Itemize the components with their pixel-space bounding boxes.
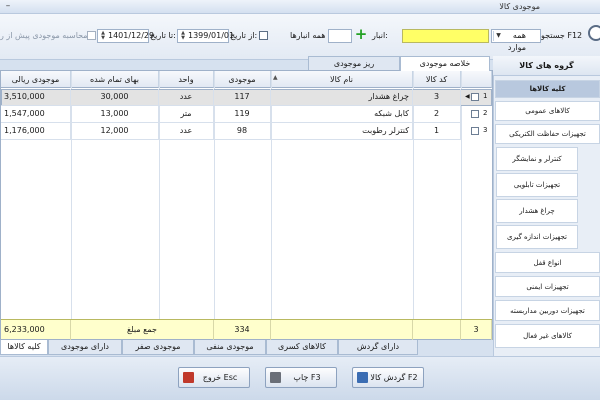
tab-inventory-summary[interactable]: خلاصه موجودی	[400, 56, 490, 71]
row-index: 3	[483, 126, 488, 134]
column-header-price[interactable]: بهای تمام شده	[71, 71, 159, 88]
cell-unit[interactable]: عدد	[159, 89, 214, 106]
cell-name[interactable]: کنترلر رطوبت	[271, 123, 413, 140]
row-index: 2	[483, 109, 488, 117]
calc-prev-label: محاسبه موجودی پیش از ر	[0, 31, 88, 40]
row-pointer-icon: ◀	[465, 93, 470, 100]
sidebar-item-electrical-protection[interactable]: تجهیزات حفاظت الکتریکی	[495, 124, 600, 144]
print-button-label: چاپ F3	[293, 373, 321, 382]
inventory-grid: کد کالا نام کالا ▲ موجودی واحد بهای تمام…	[0, 70, 493, 340]
cell-code[interactable]: 3	[413, 89, 461, 106]
cell-unit[interactable]: متر	[159, 106, 214, 123]
cell-code[interactable]: 2	[413, 106, 461, 123]
column-header-stock[interactable]: موجودی	[214, 71, 271, 88]
sidebar-item-controller[interactable]: کنترلر و نمایشگر	[496, 147, 578, 171]
cell-stock[interactable]: 117	[214, 89, 271, 106]
window-title: موجودی کالا	[499, 2, 540, 11]
cell-code[interactable]: 1	[413, 123, 461, 140]
filter-toolbar: جستجو F12 همه موارد ▼ انبار: + همه انبار…	[0, 14, 600, 60]
exit-button[interactable]: خروج Esc	[178, 367, 250, 388]
cell-name[interactable]: کابل شبکه	[271, 106, 413, 123]
date-spinner-icon[interactable]: ▲ ▼	[179, 31, 187, 41]
report-icon	[357, 372, 368, 383]
cell-price[interactable]: 13,000	[71, 106, 159, 123]
turnover-button[interactable]: گردش کالا F2	[352, 367, 424, 388]
sidebar-item-general[interactable]: کالاهای عمومی	[495, 101, 600, 121]
plus-icon[interactable]: +	[354, 27, 368, 42]
cell-value[interactable]: 1,176,000	[1, 123, 71, 140]
exit-icon	[183, 372, 194, 383]
tab-shortage[interactable]: کالاهای کسری	[266, 340, 338, 355]
minimize-button[interactable]: –	[2, 1, 14, 12]
column-header-name[interactable]: نام کالا	[271, 71, 413, 88]
tab-with-turnover[interactable]: دارای گردش	[338, 340, 418, 355]
cell-stock[interactable]: 119	[214, 106, 271, 123]
footer-stock-total: 334	[214, 320, 271, 340]
column-header-value[interactable]: موجودی ریالی	[1, 71, 71, 88]
row-checkbox[interactable]	[471, 93, 479, 101]
print-button[interactable]: چاپ F3	[265, 367, 337, 388]
exit-button-label: خروج Esc	[202, 373, 238, 382]
sidebar-item-safety[interactable]: تجهیزات ایمنی	[495, 276, 600, 297]
search-label: جستجو F12	[541, 31, 583, 40]
group-sidebar: گروه های کالا کلیه کالاها کالاهای عمومی …	[493, 56, 600, 356]
search-input[interactable]	[402, 29, 489, 43]
cell-value[interactable]: 3,510,000	[1, 89, 71, 106]
row-checkbox[interactable]	[471, 110, 479, 118]
sidebar-item-locks[interactable]: انواع قفل	[495, 252, 600, 273]
sort-ascending-icon[interactable]: ▲	[273, 74, 278, 81]
date-spinner-icon[interactable]: ▲ ▼	[99, 31, 107, 41]
footer-empty	[413, 320, 461, 340]
calc-prev-checkbox[interactable]	[87, 31, 96, 40]
all-warehouses-label: همه انبارها	[290, 31, 326, 40]
footer-value-total: 6,233,000	[1, 320, 71, 340]
row-checkbox[interactable]	[471, 127, 479, 135]
warehouse-label: انبار:	[372, 31, 388, 40]
tab-negative-stock[interactable]: موجودی منفی	[194, 340, 266, 355]
sidebar-item-warning-light[interactable]: چراغ هشدار	[496, 199, 578, 223]
footer-empty	[271, 320, 413, 340]
cell-unit[interactable]: عدد	[159, 123, 214, 140]
turnover-button-label: گردش کالا F2	[370, 373, 418, 382]
sidebar-item-inactive[interactable]: کالاهای غیر فعال	[495, 324, 600, 348]
filter-tabs: دارای گردش کالاهای کسری موجودی منفی موجو…	[0, 340, 493, 356]
sidebar-item-cctv[interactable]: تجهیزات دوربین مداربسته	[495, 300, 600, 321]
cell-price[interactable]: 12,000	[71, 123, 159, 140]
tab-all-items[interactable]: کلیه کالاها	[0, 340, 48, 355]
row-index: 1	[483, 92, 488, 100]
column-header-row-indicator	[461, 71, 492, 88]
chevron-down-icon[interactable]: ▼	[493, 31, 503, 41]
grid-footer-totals: 3 334 جمع مبلغ 6,233,000	[1, 319, 492, 340]
search-icon[interactable]	[588, 25, 600, 41]
from-date-value: 1399/01/01	[188, 31, 235, 40]
from-date-checkbox[interactable]	[259, 31, 268, 40]
cell-price[interactable]: 30,000	[71, 89, 159, 106]
footer-sum-label: جمع مبلغ	[71, 320, 214, 340]
footer-row-count: 3	[461, 320, 492, 340]
sidebar-item-panel[interactable]: تجهیزات تابلویی	[496, 173, 578, 197]
sidebar-item-all[interactable]: کلیه کالاها	[495, 80, 600, 98]
sidebar-header: گروه های کالا	[493, 56, 600, 76]
tab-zero-stock[interactable]: موجودی صفر	[122, 340, 194, 355]
warehouse-input[interactable]	[328, 29, 352, 43]
cell-stock[interactable]: 98	[214, 123, 271, 140]
title-bar: موجودی کالا –	[0, 0, 600, 14]
cell-value[interactable]: 1,547,000	[1, 106, 71, 123]
to-date-value: 1401/12/29	[108, 31, 155, 40]
tab-inventory-detail[interactable]: ریز موجودی	[308, 56, 400, 70]
column-header-unit[interactable]: واحد	[159, 71, 214, 88]
search-scope-value: همه موارد	[507, 31, 526, 52]
sidebar-item-measurement[interactable]: تجهیزات اندازه گیری	[496, 225, 578, 249]
search-scope-select[interactable]: همه موارد ▼	[491, 29, 541, 52]
column-header-code[interactable]: کد کالا	[413, 71, 461, 88]
tab-in-stock[interactable]: دارای موجودی	[48, 340, 122, 355]
action-bar: گردش کالا F2 چاپ F3 خروج Esc	[0, 356, 600, 400]
from-date-field[interactable]: ▲ ▼ 1399/01/01	[177, 29, 234, 43]
to-date-field[interactable]: ▲ ▼ 1401/12/29	[97, 29, 154, 43]
printer-icon	[270, 372, 281, 383]
view-tabs: خلاصه موجودی ریز موجودی	[0, 56, 493, 71]
cell-name[interactable]: چراغ هشدار	[271, 89, 413, 106]
